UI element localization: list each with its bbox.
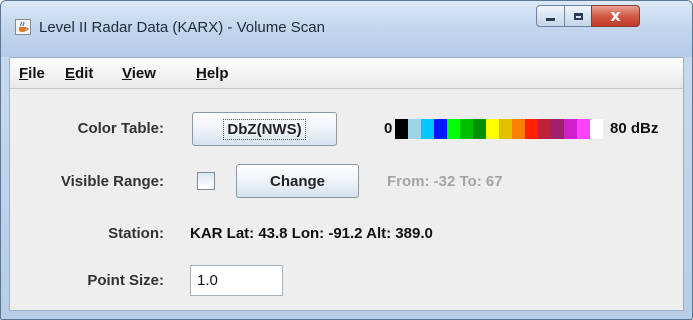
color-table-button[interactable]: DbZ(NWS) <box>192 112 337 146</box>
color-scale-segment <box>460 119 473 139</box>
dialog-content: File Edit View Help Color Table: DbZ(NWS… <box>9 57 684 311</box>
menu-edit-mnemonic: E <box>65 65 76 82</box>
station-label: Station: <box>108 225 164 242</box>
color-scale-segment <box>512 119 525 139</box>
radar-data-window: Level II Radar Data (KARX) - Volume Scan… <box>0 0 693 320</box>
menu-help-label: elp <box>206 65 229 82</box>
close-icon: x <box>610 6 621 25</box>
point-size-input[interactable]: 1.0 <box>190 265 283 296</box>
menu-file-label: ile <box>28 65 45 82</box>
java-coffee-icon <box>15 19 31 35</box>
color-scale-bar <box>395 119 603 139</box>
close-button[interactable]: x <box>591 5 640 27</box>
menu-view-mnemonic: V <box>122 65 132 82</box>
color-scale-segment <box>564 119 577 139</box>
color-scale-segment <box>525 119 538 139</box>
minimize-button[interactable] <box>536 5 565 27</box>
color-scale-segment <box>486 119 499 139</box>
menu-file[interactable]: File <box>19 65 45 82</box>
color-scale-segment <box>499 119 512 139</box>
colorbar-min-label: 0 <box>384 120 393 137</box>
minimize-icon <box>546 18 555 21</box>
visible-range-label: Visible Range: <box>60 173 164 190</box>
point-size-label: Point Size: <box>87 272 164 289</box>
range-values-text: From: -32 To: 67 <box>387 173 503 190</box>
colorbar-max-label: 80 dBz <box>610 120 659 137</box>
menu-view-label: iew <box>131 65 156 82</box>
visible-range-checkbox[interactable] <box>197 172 215 190</box>
color-scale-segment <box>538 119 551 139</box>
station-info-text: KAR Lat: 43.8 Lon: -91.2 Alt: 389.0 <box>190 225 433 242</box>
maximize-icon <box>573 12 583 20</box>
menu-edit[interactable]: Edit <box>65 65 93 82</box>
menu-bar: File Edit View Help <box>10 58 683 89</box>
point-size-value: 1.0 <box>197 272 218 289</box>
change-range-button-label: Change <box>269 172 325 190</box>
color-scale-segment <box>577 119 590 139</box>
title-bar[interactable]: Level II Radar Data (KARX) - Volume Scan… <box>1 1 692 57</box>
maximize-button[interactable] <box>564 5 592 27</box>
menu-view[interactable]: View <box>122 65 156 82</box>
color-table-label: Color Table: <box>77 120 164 137</box>
change-range-button[interactable]: Change <box>236 164 359 198</box>
color-scale-segment <box>551 119 564 139</box>
color-table-button-label: DbZ(NWS) <box>223 118 306 140</box>
menu-help-mnemonic: H <box>196 65 207 82</box>
window-title: Level II Radar Data (KARX) - Volume Scan <box>39 19 325 36</box>
color-scale-segment <box>473 119 486 139</box>
color-scale-segment <box>395 119 408 139</box>
color-scale-segment <box>590 119 603 139</box>
color-scale-segment <box>434 119 447 139</box>
menu-help[interactable]: Help <box>196 65 229 82</box>
color-scale-segment <box>447 119 460 139</box>
color-scale-segment <box>421 119 434 139</box>
color-scale-segment <box>408 119 421 139</box>
menu-file-mnemonic: F <box>19 65 29 82</box>
menu-edit-label: dit <box>75 65 94 82</box>
